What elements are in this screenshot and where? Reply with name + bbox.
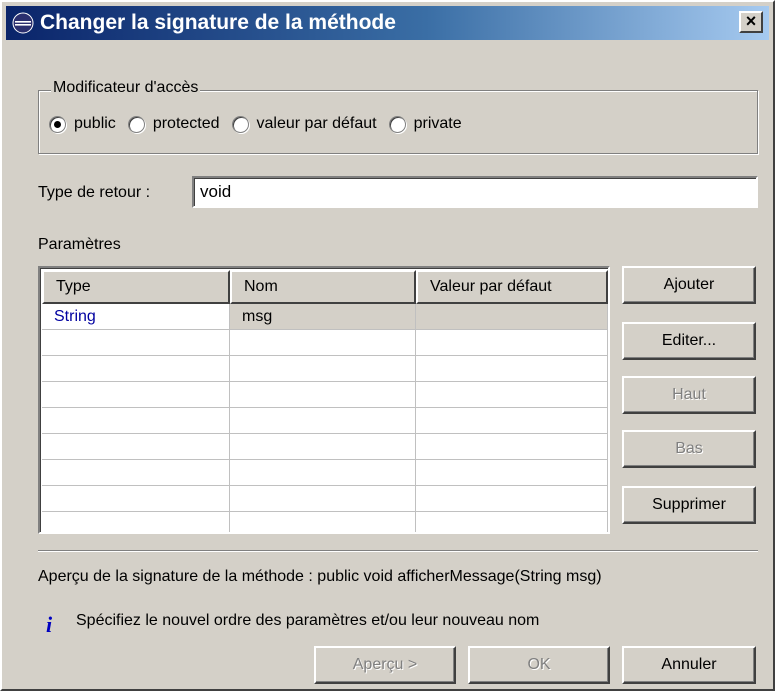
move-down-button[interactable]: Bas bbox=[622, 430, 756, 468]
change-signature-dialog: Changer la signature de la méthode × Mod… bbox=[0, 0, 775, 691]
empty-row bbox=[42, 356, 608, 382]
info-message: Spécifiez le nouvel ordre des paramètres… bbox=[76, 612, 540, 629]
preview-button[interactable]: Aperçu > bbox=[314, 646, 456, 684]
eclipse-icon bbox=[12, 12, 34, 34]
access-modifier-group: Modificateur d'accès public protected va… bbox=[38, 79, 758, 154]
remove-button[interactable]: Supprimer bbox=[622, 486, 756, 524]
radio-protected[interactable]: protected bbox=[127, 115, 220, 133]
radio-label-public: public bbox=[74, 115, 116, 132]
empty-row bbox=[42, 408, 608, 434]
close-icon: × bbox=[745, 11, 757, 31]
radio-label-protected: protected bbox=[152, 115, 220, 132]
ok-button[interactable]: OK bbox=[468, 646, 610, 684]
close-button[interactable]: × bbox=[739, 11, 763, 33]
move-up-button[interactable]: Haut bbox=[622, 376, 756, 414]
access-modifier-options: public protected valeur par défaut priva… bbox=[49, 115, 474, 133]
radio-button-protected[interactable] bbox=[127, 115, 145, 133]
column-header-type[interactable]: Type bbox=[42, 270, 230, 304]
access-modifier-legend: Modificateur d'accès bbox=[51, 79, 201, 97]
separator bbox=[38, 550, 758, 552]
add-button[interactable]: Ajouter bbox=[622, 266, 756, 304]
edit-button[interactable]: Editer... bbox=[622, 322, 756, 360]
column-header-default[interactable]: Valeur par défaut bbox=[416, 270, 608, 304]
parameters-label: Paramètres bbox=[38, 236, 121, 253]
cancel-button[interactable]: Annuler bbox=[622, 646, 756, 684]
table-header: Type Nom Valeur par défaut bbox=[42, 270, 608, 304]
title-bar[interactable]: Changer la signature de la méthode × bbox=[6, 6, 769, 40]
empty-row bbox=[42, 512, 608, 532]
cell-default[interactable] bbox=[416, 304, 608, 330]
radio-button-default[interactable] bbox=[231, 115, 249, 133]
radio-default[interactable]: valeur par défaut bbox=[231, 115, 377, 133]
table-row[interactable]: String msg bbox=[42, 304, 608, 330]
radio-public[interactable]: public bbox=[49, 115, 116, 133]
info-icon: i bbox=[46, 612, 53, 637]
signature-preview-text: Aperçu de la signature de la méthode : p… bbox=[38, 568, 602, 585]
empty-row bbox=[42, 382, 608, 408]
dialog-title: Changer la signature de la méthode bbox=[40, 11, 396, 34]
parameters-table[interactable]: Type Nom Valeur par défaut String msg bbox=[38, 266, 610, 534]
radio-label-default: valeur par défaut bbox=[256, 115, 377, 132]
column-header-name[interactable]: Nom bbox=[230, 270, 416, 304]
empty-row bbox=[42, 460, 608, 486]
radio-button-public[interactable] bbox=[49, 115, 66, 133]
empty-row bbox=[42, 434, 608, 460]
radio-button-private[interactable] bbox=[388, 115, 406, 133]
empty-row bbox=[42, 330, 608, 356]
radio-private[interactable]: private bbox=[388, 115, 462, 133]
radio-label-private: private bbox=[413, 115, 462, 132]
empty-row bbox=[42, 486, 608, 512]
return-type-input[interactable]: void bbox=[192, 176, 758, 208]
return-type-label: Type de retour : bbox=[38, 184, 151, 201]
cell-name[interactable]: msg bbox=[230, 304, 416, 330]
cell-type[interactable]: String bbox=[42, 304, 230, 330]
